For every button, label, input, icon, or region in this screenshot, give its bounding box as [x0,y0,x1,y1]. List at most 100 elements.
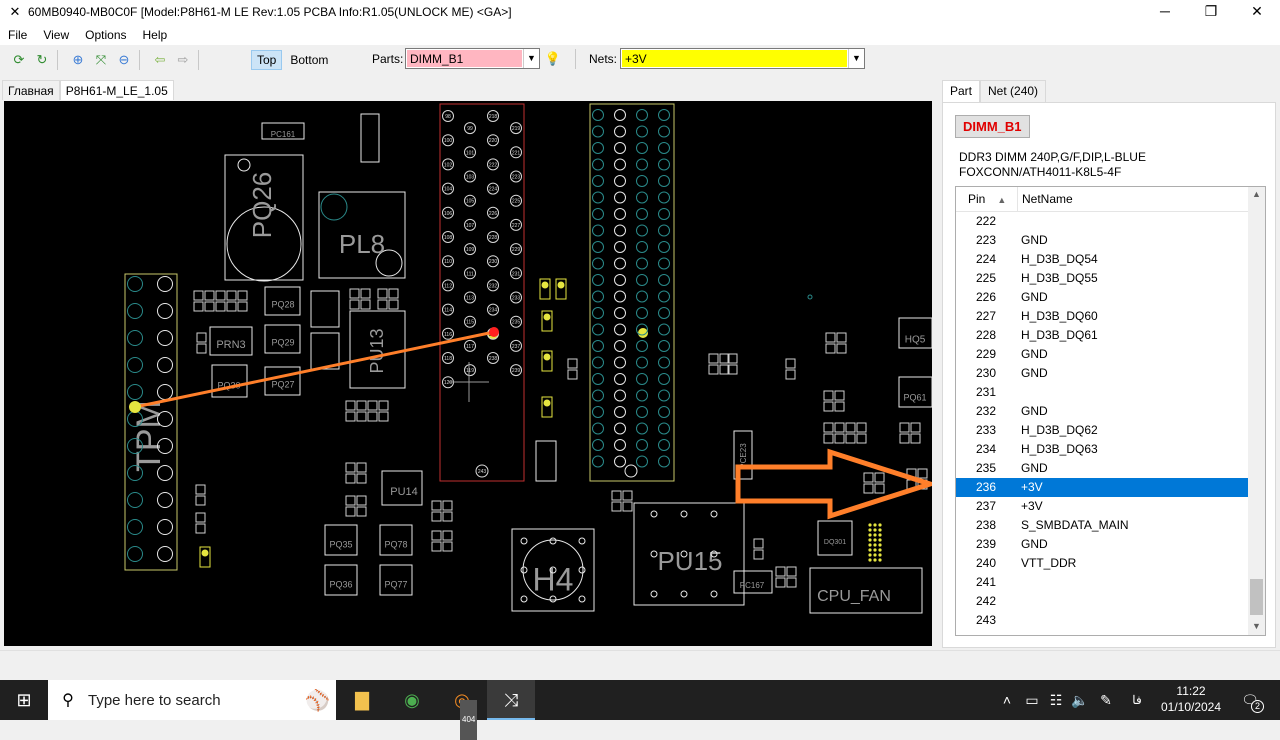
mounting-pin [710,510,718,518]
chrome-icon[interactable]: ◉ [388,680,436,720]
zoom-in-icon[interactable]: ⊕ [69,51,87,69]
maximize-button[interactable]: ❐ [1188,0,1234,24]
refresh-icon[interactable]: ⟳ [10,51,28,69]
selected-pin-marker[interactable] [489,327,499,337]
column-header-pin[interactable]: Pin ▲ [956,187,1018,211]
table-row[interactable]: 235 GND [956,459,1248,478]
smd-pad [388,299,399,310]
status-bar [0,650,1280,680]
edge-app-icon[interactable]: ◎404 [438,680,486,740]
pin-number: 101 [466,150,475,156]
reload-icon[interactable]: ↻ [33,51,51,69]
highlighted-pin [873,523,877,527]
taskbar-clock[interactable]: 11:22 01/10/2024 [1155,683,1227,715]
tpm-net-pin[interactable] [129,401,141,413]
smd-pad [360,299,371,310]
taskbar-search[interactable]: ⚲ Type here to search ⚾ [48,680,336,720]
table-row[interactable]: 227 H_D3B_DQ60 [956,307,1248,326]
file-explorer-icon[interactable]: ▇ [338,680,386,720]
tpm-pin [127,303,143,319]
close-button[interactable]: ✕ [1234,0,1280,24]
nets-value[interactable]: +3V [622,50,847,67]
fit-icon[interactable]: ⤧ [92,51,110,69]
scroll-down-icon[interactable]: ▼ [1248,621,1265,631]
pin-cell: 243 [976,613,997,627]
table-row[interactable]: 223 GND [956,231,1248,250]
table-row[interactable]: 236 +3V [956,478,1248,497]
table-row[interactable]: 231 [956,383,1248,402]
table-row[interactable]: 228 H_D3B_DQ61 [956,326,1248,345]
table-row[interactable]: 238 S_SMBDATA_MAIN [956,516,1248,535]
table-row[interactable]: 232 GND [956,402,1248,421]
pin-table-scrollbar[interactable]: ▲ ▼ [1248,187,1265,635]
table-row[interactable]: 234 H_D3B_DQ63 [956,440,1248,459]
menu-help[interactable]: Help [143,28,168,42]
table-row[interactable]: 239 GND [956,535,1248,554]
pin-table[interactable]: Pin ▲ NetName 222 223 GND 224 H_D3B_DQ54 225 H_… [955,186,1266,636]
smd-pad [215,301,226,312]
pen-icon[interactable]: ✎ [1094,680,1118,720]
table-row[interactable]: 225 H_D3B_DQ55 [956,269,1248,288]
minimize-button[interactable]: ─ [1142,0,1188,24]
tab-board-file[interactable]: P8H61-M_LE_1.05 [59,80,174,100]
menu-file[interactable]: File [8,28,27,42]
language-indicator[interactable]: فا [1124,680,1150,720]
forward-arrow-icon[interactable]: ⇨ [174,51,192,69]
table-row[interactable]: 241 [956,573,1248,592]
pin-number: 218 [489,114,498,120]
chevron-down-icon[interactable]: ▼ [848,49,864,68]
tab-part[interactable]: Part [942,80,981,102]
table-row[interactable]: 222 [956,212,1248,231]
board-canvas[interactable]: PQ26 PL8 TPM PU13 PU15 H4 CPU_FAN PU14 PRN3 PQ28 P… [4,101,932,646]
smd-pad [910,433,921,444]
component-label: PQ36 [329,579,352,589]
table-row[interactable]: 242 [956,592,1248,611]
table-row[interactable]: 240 VTT_DDR [956,554,1248,573]
pin-cell: 228 [976,328,997,342]
menu-options[interactable]: Options [85,28,126,42]
top-side-toggle[interactable]: Top [251,49,283,70]
chevron-down-icon[interactable]: ▼ [523,49,539,68]
notification-icon[interactable]: 🗨 2 [1236,680,1264,720]
table-row[interactable]: 230 GND [956,364,1248,383]
part-name-button[interactable]: DIMM_B1 [955,115,1030,138]
shuffle-app-icon: ✕ [9,4,21,19]
toolbar-separator [57,49,58,70]
boardviewer-app-icon[interactable]: ⤨ [487,680,535,720]
tab-main[interactable]: Главная [2,80,60,100]
table-row[interactable]: 226 GND [956,288,1248,307]
volume-icon[interactable]: 🔈 [1068,680,1092,720]
parts-value[interactable]: DIMM_B1 [407,50,522,67]
parts-combobox[interactable]: DIMM_B1 ▼ [405,48,540,69]
zoom-out-icon[interactable]: ⊖ [115,51,133,69]
scroll-up-icon[interactable]: ▲ [1248,189,1265,199]
board-view[interactable]: PQ26PL8TPMPU13PU15H4 CPU_FANPU14PRN3PQ28P… [4,101,932,646]
scrollbar-thumb[interactable] [1250,579,1263,615]
smd-pad [910,422,921,433]
nets-combobox[interactable]: +3V ▼ [620,48,865,69]
chevron-up-icon[interactable]: ˄ [996,680,1018,720]
pin-number: 237 [512,344,521,350]
bottom-side-toggle[interactable]: Bottom [285,51,333,69]
table-row[interactable]: 233 H_D3B_DQ62 [956,421,1248,440]
back-arrow-icon[interactable]: ⇦ [151,51,169,69]
pin-number: 239 [512,368,521,374]
smd-pad [195,512,206,523]
table-row[interactable]: 243 [956,611,1248,630]
network-icon[interactable]: ☷ [1044,680,1068,720]
highlighted-pad-dot [543,399,551,407]
column-header-netname[interactable]: NetName [1018,187,1073,211]
search-placeholder[interactable]: Type here to search [88,692,221,709]
bulb-icon[interactable]: 💡 [544,50,562,68]
tab-net[interactable]: Net (240) [980,80,1047,102]
component-label: CPU_FAN [817,588,891,605]
table-row[interactable]: 237 +3V [956,497,1248,516]
menu-view[interactable]: View [43,28,69,42]
table-row[interactable]: 224 H_D3B_DQ54 [956,250,1248,269]
table-row[interactable]: 229 GND [956,345,1248,364]
smd-pad [874,483,885,494]
windows-start-icon[interactable]: ⊞ [0,680,48,720]
pin-number: 226 [489,211,498,217]
mounting-pin [650,590,658,598]
battery-icon[interactable]: ▭ [1020,680,1044,720]
